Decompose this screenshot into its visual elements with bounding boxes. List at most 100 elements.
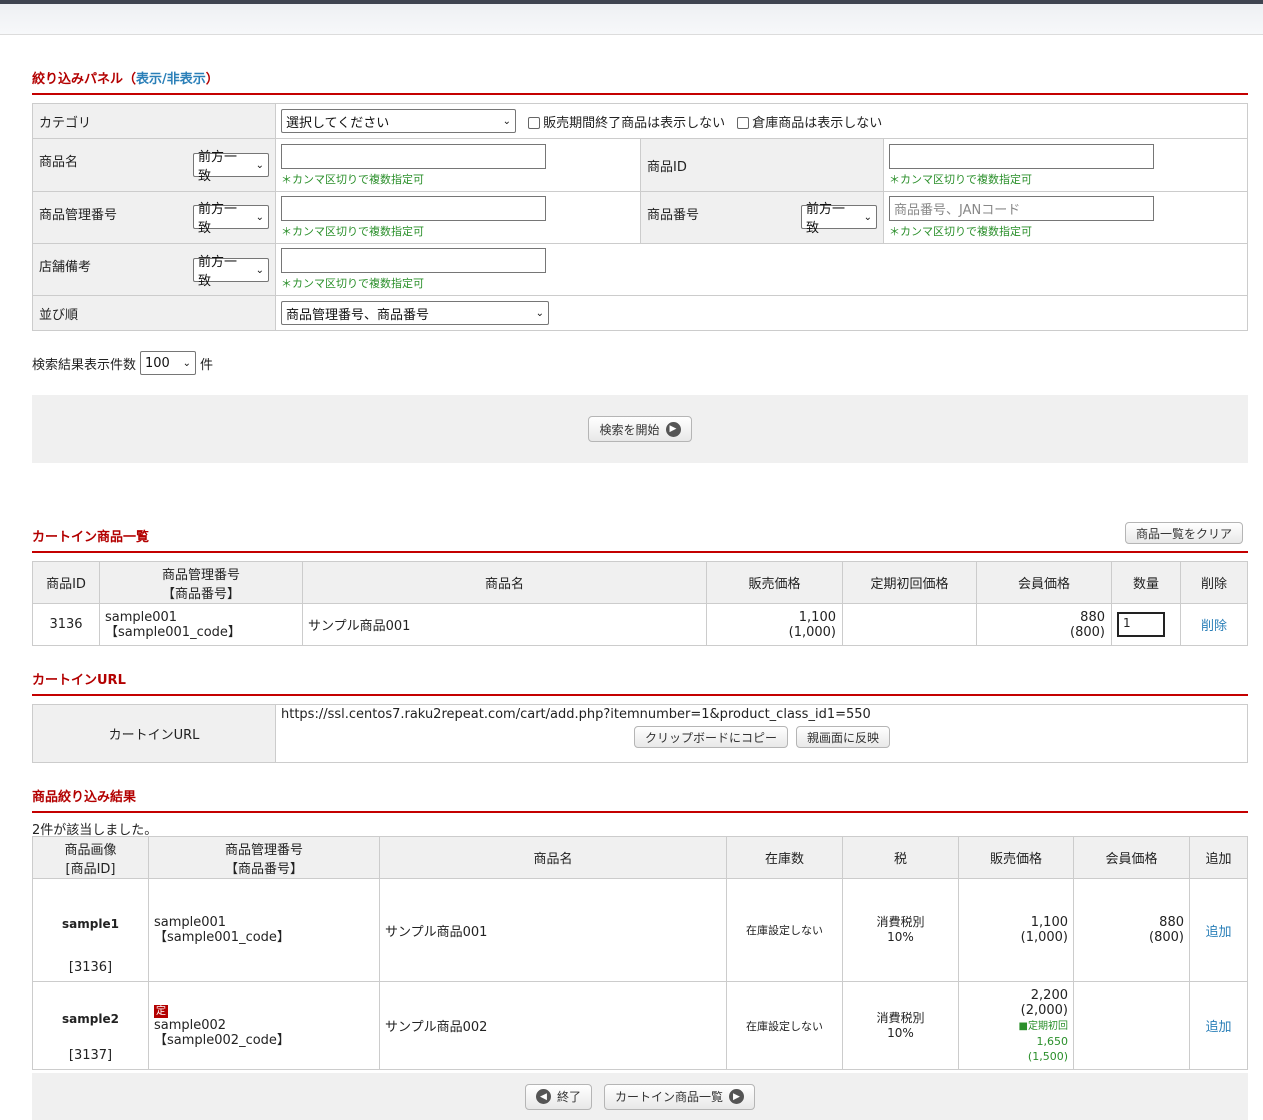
res-mgmt-text: sample001	[154, 915, 227, 930]
res-tax-rate: 10%	[887, 930, 914, 944]
filter-table: カテゴリ 選択してください ⌄ 販売期間終了商品は表示しない 倉庫商品は表示しない…	[32, 103, 1248, 331]
filter-toggle-link[interactable]: 表示/非表示	[136, 72, 206, 87]
cart-list-title: カートイン商品一覧	[32, 526, 1248, 553]
cart-list-button[interactable]: カートイン商品一覧 ▶	[604, 1083, 756, 1110]
count-select[interactable]: 100 ⌄	[140, 351, 197, 375]
search-button[interactable]: 検索を開始 ▶	[588, 416, 692, 442]
apply-parent-label: 親画面に反映	[807, 730, 880, 745]
add-link[interactable]: 追加	[1205, 1020, 1231, 1035]
copy-clipboard-button[interactable]: クリップボードにコピー	[634, 726, 789, 748]
chevron-down-icon: ⌄	[255, 159, 264, 171]
delete-link[interactable]: 削除	[1201, 619, 1227, 634]
res-price-ex: (2,000)	[1020, 1002, 1068, 1018]
cart-col-price: 販売価格	[706, 561, 843, 604]
clear-cart-button[interactable]: 商品一覧をクリア	[1124, 522, 1243, 544]
res-cell-mgmt: 定 sample002 【sample002_code】	[148, 981, 380, 1070]
category-label: カテゴリ	[32, 103, 276, 139]
discontinued-checkbox[interactable]: 販売期間終了商品は表示しない	[528, 116, 725, 131]
cart-col-delete: 削除	[1180, 561, 1248, 604]
product-no-cell: 商品番号 前方一致 ⌄	[640, 191, 884, 244]
product-no-match-select[interactable]: 前方一致 ⌄	[801, 202, 877, 236]
shop-note-match-select[interactable]: 前方一致 ⌄	[193, 255, 269, 289]
count-label: 検索結果表示件数	[32, 357, 137, 373]
res-price-ex: (1,000)	[1020, 930, 1068, 945]
res-col-price: 販売価格	[958, 836, 1074, 879]
checkbox-icon	[528, 116, 541, 129]
cart-col-first-price: 定期初回価格	[842, 561, 977, 604]
table-row: sample1 [3136] sample001 【sample001_code】…	[32, 878, 1248, 982]
comma-note: ＊カンマ区切りで複数指定可	[281, 277, 424, 290]
mgmt-no-input[interactable]	[281, 196, 546, 221]
result-count-row: 検索結果表示件数 100 ⌄ 件	[32, 351, 213, 375]
product-image[interactable]: sample1	[34, 917, 147, 931]
chevron-down-icon: ⌄	[502, 115, 511, 127]
product-id-input[interactable]	[889, 143, 1154, 169]
filter-panel-title: 絞り込みパネル（表示/非表示）	[32, 68, 1248, 95]
res-cell-tax: 消費税別 10%	[842, 981, 959, 1070]
product-no-input[interactable]: 商品番号、JANコード	[889, 196, 1154, 221]
match-option-value: 前方一致	[198, 255, 238, 289]
cart-url-table: カートインURL https://ssl.centos7.raku2repeat…	[32, 704, 1248, 763]
top-bar	[0, 0, 1263, 35]
res-cell-image: sample1 [3136]	[32, 878, 149, 982]
product-no-input-cell: 商品番号、JANコード ＊カンマ区切りで複数指定可	[883, 191, 1248, 244]
filter-title-text: 絞り込みパネル（	[32, 72, 137, 87]
chevron-down-icon: ⌄	[535, 307, 544, 319]
res-cell-member-price: 880 (800)	[1073, 878, 1190, 982]
chevron-down-icon: ⌄	[255, 211, 264, 223]
comma-note: ＊カンマ区切りで複数指定可	[281, 225, 424, 238]
cart-col-mgmt-text: 商品管理番号	[161, 567, 240, 583]
cart-col-mgmt-sub: 【商品番号】	[161, 586, 240, 602]
res-tax: 消費税別	[876, 915, 925, 929]
res-pid: [3137]	[68, 1048, 113, 1063]
cart-col-qty: 数量	[1111, 561, 1181, 604]
results-title-text: 商品絞り込み結果	[32, 790, 137, 805]
res-mgmt-text: sample002	[154, 1018, 227, 1033]
first-price: 1,650	[1036, 1034, 1069, 1048]
res-pid: [3136]	[68, 960, 113, 975]
product-no-label: 商品番号	[647, 208, 700, 223]
res-col-mgmt: 商品管理番号 【商品番号】	[148, 836, 380, 879]
warehouse-checkbox[interactable]: 倉庫商品は表示しない	[737, 116, 882, 131]
product-image[interactable]: sample2	[34, 1012, 147, 1026]
product-id-input-cell: ＊カンマ区切りで複数指定可	[883, 138, 1248, 192]
shop-note-cell: 店舗備考 前方一致 ⌄	[32, 243, 276, 296]
res-cell-name: サンプル商品001	[379, 878, 727, 982]
cart-cell-member-price: 880 (800)	[976, 603, 1112, 646]
comma-note: ＊カンマ区切りで複数指定可	[281, 172, 424, 186]
close-button[interactable]: ◀ 終了	[524, 1083, 592, 1110]
sort-select[interactable]: 商品管理番号、商品番号 ⌄	[281, 301, 549, 325]
count-unit: 件	[200, 357, 214, 373]
add-link[interactable]: 追加	[1205, 925, 1231, 940]
cart-col-mgmt: 商品管理番号 【商品番号】	[99, 561, 303, 604]
res-cell-name: サンプル商品002	[379, 981, 727, 1070]
product-name-match-select[interactable]: 前方一致 ⌄	[193, 150, 269, 184]
cart-cell-price: 1,100 (1,000)	[706, 603, 843, 646]
apply-parent-button[interactable]: 親画面に反映	[796, 726, 891, 748]
search-bar: 検索を開始 ▶	[32, 395, 1248, 463]
res-col-member-price: 会員価格	[1073, 836, 1190, 879]
cart-member-price: 880	[1080, 609, 1105, 625]
results-title: 商品絞り込み結果	[32, 786, 1248, 813]
mgmt-no-match-select[interactable]: 前方一致 ⌄	[193, 202, 269, 236]
product-name-input-cell: ＊カンマ区切りで複数指定可	[275, 138, 641, 192]
product-name-input[interactable]	[281, 143, 546, 169]
product-name-label: 商品名	[39, 155, 79, 170]
cart-url-title: カートインURL	[32, 669, 1248, 696]
category-select[interactable]: 選択してください ⌄	[281, 109, 516, 133]
cart-table: 商品ID 商品管理番号 【商品番号】 商品名 販売価格 定期初回価格 会員価格 数…	[32, 561, 1248, 646]
cart-url-buttons: クリップボードにコピー 親画面に反映	[281, 726, 1242, 748]
match-option-value: 前方一致	[806, 202, 846, 236]
table-row: 3136 sample001 【sample001_code】 サンプル商品001…	[32, 603, 1248, 646]
comma-note: ＊カンマ区切りで複数指定可	[889, 172, 1032, 186]
results-table: 商品画像 [商品ID] 商品管理番号 【商品番号】 商品名 在庫数 税 販売価格 会…	[32, 836, 1248, 1070]
cart-url-cell: https://ssl.centos7.raku2repeat.com/cart…	[275, 704, 1248, 763]
count-select-value: 100	[145, 355, 170, 371]
arrow-left-icon: ◀	[535, 1089, 551, 1104]
shop-note-input[interactable]	[281, 248, 546, 273]
res-col-image: 商品画像 [商品ID]	[32, 836, 149, 879]
qty-input[interactable]: 1	[1117, 612, 1165, 637]
clear-cart-label: 商品一覧をクリア	[1135, 526, 1232, 541]
res-col-tax: 税	[842, 836, 959, 879]
chevron-down-icon: ⌄	[182, 357, 192, 369]
